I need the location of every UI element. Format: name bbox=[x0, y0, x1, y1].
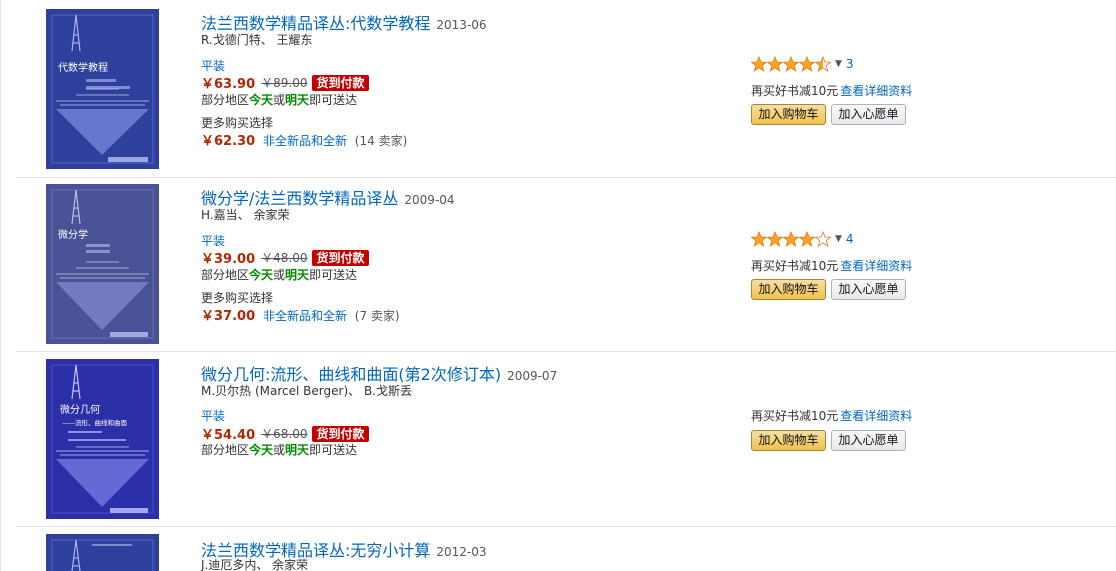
add-to-wishlist-button[interactable]: 加入心愿单 bbox=[831, 430, 906, 451]
sale-price: ￥63.90 bbox=[201, 77, 256, 92]
used-price: ￥62.30 bbox=[201, 134, 256, 149]
promo-line: 再买好书减10元 查看详细资料 bbox=[751, 84, 913, 98]
binding-link[interactable]: 平装 bbox=[201, 232, 225, 249]
publish-date: 2012-03 bbox=[436, 545, 487, 559]
used-price: ￥37.00 bbox=[201, 309, 256, 324]
seller-count: (7 卖家) bbox=[354, 309, 400, 323]
publish-date: 2009-04 bbox=[404, 193, 455, 207]
details-link[interactable]: 查看详细资料 bbox=[840, 84, 912, 98]
used-new-link[interactable]: 非全新品和全新 bbox=[263, 309, 347, 323]
cover-subtitle: ——流形、曲线和曲面 bbox=[62, 418, 128, 427]
author-line: H.嘉当、 余家荣 bbox=[201, 208, 290, 222]
add-to-cart-button[interactable]: 加入购物车 bbox=[751, 279, 826, 300]
sale-price: ￥39.00 bbox=[201, 252, 256, 267]
delivery-info: 部分地区今天或明天即可送达 bbox=[201, 443, 358, 457]
promo-line: 再买好书减10元 查看详细资料 bbox=[751, 409, 913, 423]
add-to-cart-button[interactable]: 加入购物车 bbox=[751, 104, 826, 125]
list-price: ￥48.00 bbox=[261, 251, 308, 265]
star-half-icon bbox=[815, 56, 831, 72]
item-divider bbox=[16, 351, 1116, 352]
caret-down-icon[interactable]: ▼ bbox=[835, 234, 842, 244]
review-count[interactable]: 4 bbox=[846, 232, 854, 246]
cod-badge: 货到付款 bbox=[312, 425, 369, 442]
binding-link[interactable]: 平装 bbox=[201, 57, 225, 74]
delivery-info: 部分地区今天或明天即可送达 bbox=[201, 268, 358, 282]
details-link[interactable]: 查看详细资料 bbox=[840, 409, 912, 423]
rating-stars[interactable]: ▼ 3 bbox=[751, 56, 854, 72]
book-cover[interactable]: 微分学 bbox=[46, 184, 159, 344]
star-full-icon bbox=[751, 56, 767, 72]
cod-badge: 货到付款 bbox=[312, 74, 369, 91]
item-divider bbox=[16, 177, 1116, 178]
cover-title: 微分几何 bbox=[60, 403, 100, 416]
star-full-icon bbox=[767, 56, 783, 72]
binding-link[interactable]: 平装 bbox=[201, 407, 225, 424]
list-price: ￥68.00 bbox=[261, 427, 308, 441]
book-cover[interactable]: 代数学教程 bbox=[46, 9, 159, 169]
cover-title: 微分学 bbox=[58, 228, 88, 241]
left-border bbox=[0, 0, 1, 571]
book-cover[interactable] bbox=[46, 534, 159, 571]
list-price: ￥89.00 bbox=[261, 76, 308, 90]
delivery-info: 部分地区今天或明天即可送达 bbox=[201, 93, 358, 107]
star-full-icon bbox=[783, 231, 799, 247]
author-line: J.迪厄多内、 余家荣 bbox=[201, 558, 309, 571]
star-full-icon bbox=[751, 231, 767, 247]
review-count[interactable]: 3 bbox=[846, 57, 854, 71]
cod-badge: 货到付款 bbox=[312, 249, 369, 266]
item-divider bbox=[16, 526, 1116, 527]
publish-date: 2009-07 bbox=[507, 369, 558, 383]
publish-date: 2013-06 bbox=[436, 18, 487, 32]
caret-down-icon[interactable]: ▼ bbox=[835, 59, 842, 69]
star-full-icon bbox=[799, 56, 815, 72]
used-new-link[interactable]: 非全新品和全新 bbox=[263, 134, 347, 148]
star-empty-icon bbox=[815, 231, 831, 247]
star-full-icon bbox=[799, 231, 815, 247]
add-to-wishlist-button[interactable]: 加入心愿单 bbox=[831, 104, 906, 125]
promo-line: 再买好书减10元 查看详细资料 bbox=[751, 259, 913, 273]
details-link[interactable]: 查看详细资料 bbox=[840, 259, 912, 273]
star-full-icon bbox=[783, 56, 799, 72]
author-line: R.戈德门特、 王耀东 bbox=[201, 33, 313, 47]
book-cover[interactable]: 微分几何 ——流形、曲线和曲面 bbox=[46, 359, 159, 519]
add-to-wishlist-button[interactable]: 加入心愿单 bbox=[831, 279, 906, 300]
cover-title: 代数学教程 bbox=[58, 61, 108, 74]
star-full-icon bbox=[767, 231, 783, 247]
rating-stars[interactable]: ▼ 4 bbox=[751, 231, 854, 247]
author-line: M.贝尔热 (Marcel Berger)、 B.戈斯丢 bbox=[201, 384, 412, 398]
seller-count: (14 卖家) bbox=[354, 134, 408, 148]
add-to-cart-button[interactable]: 加入购物车 bbox=[751, 430, 826, 451]
more-options-label: 更多购买选择 bbox=[201, 116, 274, 130]
more-options-label: 更多购买选择 bbox=[201, 291, 274, 305]
